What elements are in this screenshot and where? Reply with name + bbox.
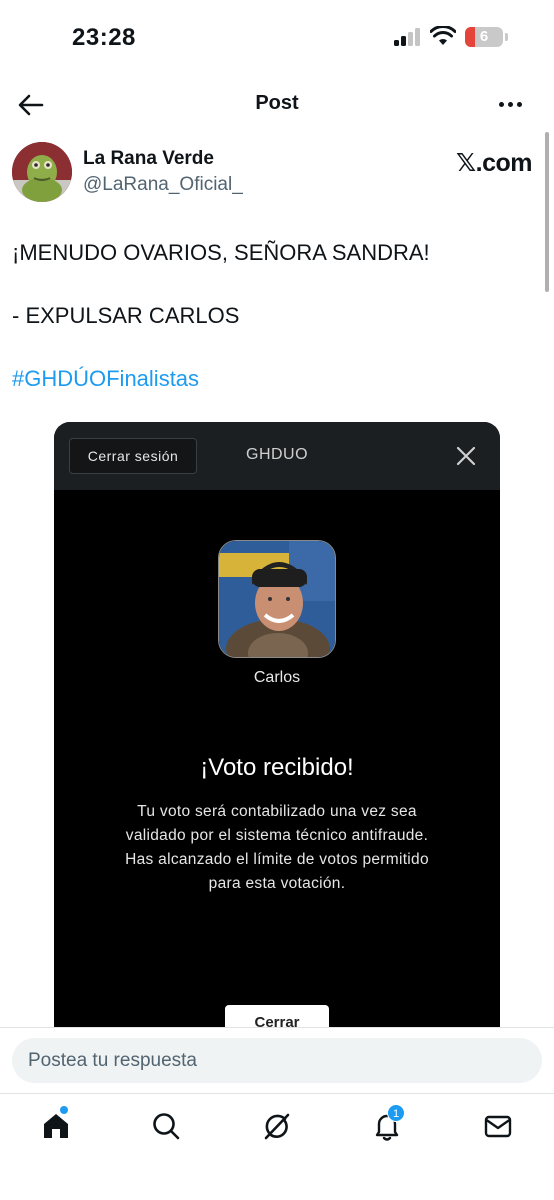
nav-search[interactable] <box>150 1110 182 1142</box>
author-avatar[interactable] <box>12 142 72 202</box>
hashtag-link[interactable]: #GHDÚOFinalistas <box>12 366 199 392</box>
wifi-icon <box>430 26 456 45</box>
search-icon <box>153 1113 180 1140</box>
vote-confirmation-title: ¡Voto recibido! <box>200 754 354 781</box>
cellular-signal-icon <box>394 28 422 46</box>
vote-message-line: Tu voto será contabilizado una vez sea <box>137 803 417 820</box>
more-options-icon[interactable] <box>498 92 526 116</box>
candidate-name: Carlos <box>253 669 301 686</box>
post-media-image[interactable]: Cerrar sesión GHDUO Carlos ¡Voto recibid… <box>54 422 500 1027</box>
home-icon <box>44 1114 68 1138</box>
media-brand-title: GHDUO <box>246 446 309 463</box>
source-link[interactable]: 𝕏.com <box>456 148 533 178</box>
tweet-text-line: - EXPULSAR CARLOS <box>12 303 240 328</box>
close-button[interactable]: Cerrar <box>225 1005 329 1027</box>
battery-icon: 6 <box>465 27 503 47</box>
vote-message-line: validado por el sistema técnico antifrau… <box>125 827 429 844</box>
tweet-text-line: ¡MENUDO OVARIOS, SEÑORA SANDRA! <box>12 240 430 265</box>
candidate-photo <box>218 540 336 658</box>
status-time: 23:28 <box>72 24 136 51</box>
media-topbar: Cerrar sesión GHDUO <box>54 422 500 490</box>
logout-button[interactable]: Cerrar sesión <box>69 438 197 474</box>
grok-icon <box>264 1113 290 1140</box>
reply-bar <box>0 1027 554 1093</box>
bottom-navigation: 1 <box>0 1093 554 1200</box>
close-icon[interactable] <box>454 444 478 468</box>
page-title: Post <box>255 92 299 114</box>
nav-home[interactable] <box>40 1106 72 1142</box>
author-name[interactable]: La Rana Verde <box>83 148 214 170</box>
nav-grok[interactable] <box>261 1110 293 1142</box>
status-bar: 23:28 6 <box>0 0 554 78</box>
author-handle[interactable]: @LaRana_Oficial_ <box>83 174 243 196</box>
vote-message-line: para esta votación. <box>208 875 346 892</box>
envelope-icon <box>484 1115 512 1138</box>
reply-input[interactable] <box>12 1038 542 1083</box>
scrollbar[interactable] <box>545 132 549 292</box>
vote-message-line: Has alcanzado el límite de votos permiti… <box>125 851 429 868</box>
notification-count-badge: 1 <box>387 1104 405 1122</box>
nav-notifications[interactable]: 1 <box>371 1104 405 1142</box>
post-header: Post <box>0 78 554 132</box>
battery-level: 6 <box>479 28 489 45</box>
nav-messages[interactable] <box>482 1110 514 1142</box>
new-content-badge <box>60 1106 68 1114</box>
